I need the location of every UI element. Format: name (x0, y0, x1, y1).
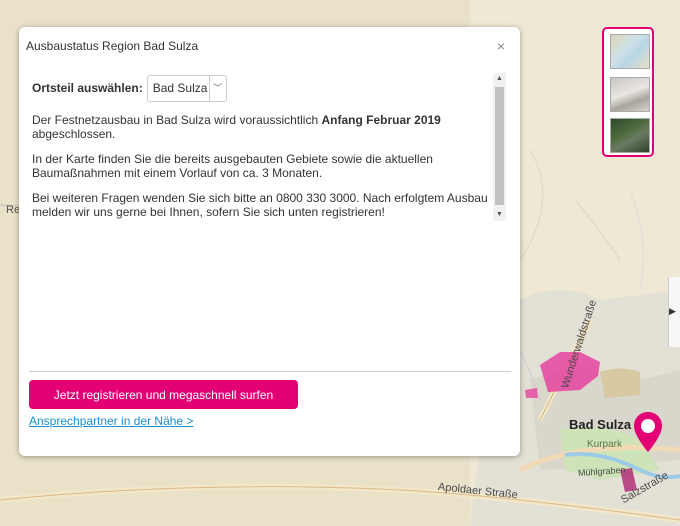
district-select-row: Ortsteil auswählen: Bad Sulza ﹀ (32, 73, 492, 103)
district-select[interactable]: Bad Sulza ﹀ (146, 74, 227, 102)
district-select-value: Bad Sulza (152, 81, 208, 95)
chevron-right-icon[interactable]: ▶ (669, 306, 676, 317)
chevron-down-icon[interactable]: ﹀ (208, 75, 226, 101)
divider (29, 371, 511, 372)
contact-paragraph: Bei weiteren Fragen wenden Sie sich bitt… (32, 191, 488, 219)
district-select-label: Ortsteil auswählen: (32, 81, 143, 95)
map-layer-switcher (602, 27, 654, 157)
map-park-label: Kurpark (587, 439, 623, 450)
register-button[interactable]: Jetzt registrieren und megaschnell surfe… (29, 380, 298, 409)
status-paragraph: Der Festnetzausbau in Bad Sulza wird vor… (32, 113, 492, 141)
contact-link[interactable]: Ansprechpartner in der Nähe > (29, 414, 193, 428)
panel-title: Ausbaustatus Region Bad Sulza (26, 39, 199, 53)
scrollbar-thumb[interactable] (495, 87, 504, 205)
map-layer-gray-icon[interactable] (610, 77, 650, 112)
location-pin-icon[interactable] (633, 411, 663, 453)
scroll-up-icon[interactable]: ▲ (493, 73, 506, 85)
status-text-end: abgeschlossen. (32, 127, 116, 141)
panel-content: Ortsteil auswählen: Bad Sulza ﹀ Der Fest… (32, 73, 492, 219)
close-icon[interactable]: × (497, 39, 505, 53)
map-layer-satellite-icon[interactable] (610, 118, 650, 153)
scroll-down-icon[interactable]: ▼ (493, 209, 506, 221)
map-edge-label: Re (6, 204, 21, 216)
scrollbar[interactable]: ▲ ▼ (493, 73, 506, 221)
map-layer-topo-icon[interactable] (610, 34, 650, 69)
completion-date: Anfang Februar 2019 (321, 113, 441, 127)
map-place-label: Bad Sulza (569, 417, 632, 432)
map-info-paragraph: In der Karte finden Sie die bereits ausg… (32, 152, 433, 180)
status-text: Der Festnetzausbau in Bad Sulza wird vor… (32, 113, 322, 127)
info-panel: Ausbaustatus Region Bad Sulza × Ortsteil… (19, 27, 520, 456)
